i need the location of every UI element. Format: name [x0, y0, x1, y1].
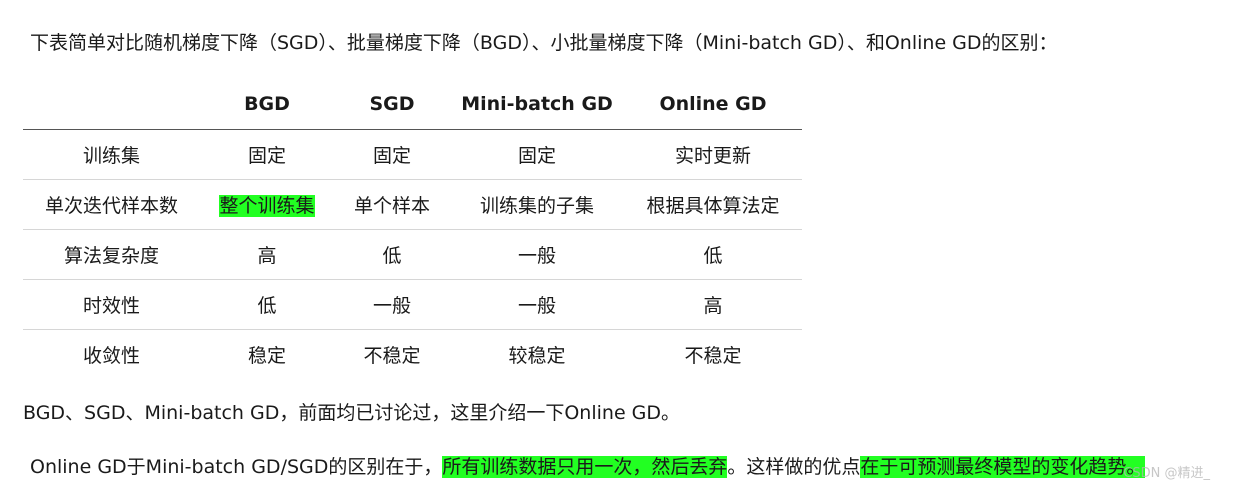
table-row: 收敛性 稳定 不稳定 较稳定 不稳定: [23, 330, 802, 380]
row-label: 时效性: [23, 279, 200, 330]
table-row: 算法复杂度 高 低 一般 低: [23, 229, 802, 280]
table-cell: 实时更新: [624, 129, 802, 180]
table-cell: 固定: [200, 129, 334, 180]
table-cell: 不稳定: [684, 345, 742, 367]
table-header-row: BGD SGD Mini-batch GD Online GD: [23, 79, 802, 130]
table-cell: 一般: [450, 279, 624, 330]
highlighted-text: 所有训练数据只用一次，然后丢弃: [442, 456, 728, 478]
table-cell: 低: [334, 229, 450, 280]
row-label: 单次迭代样本数: [23, 179, 200, 230]
paragraph-intro-online-gd: BGD、SGD、Mini-batch GD，前面均已讨论过，这里介绍一下Onli…: [23, 402, 681, 424]
row-label: 收敛性: [82, 345, 140, 367]
paragraph-text: Online GD于Mini-batch GD/SGD的区别在于，: [30, 456, 443, 478]
highlighted-text: 整个训练集: [219, 195, 315, 217]
table-cell: 训练集的子集: [450, 179, 624, 230]
table-cell: 一般: [450, 229, 624, 280]
table-cell: 固定: [450, 129, 624, 180]
table-cell: 低: [624, 229, 802, 280]
table-row: 训练集 固定 固定 固定 实时更新: [23, 129, 802, 180]
table-cell: 较稳定: [508, 345, 566, 367]
header-cell-empty: [23, 79, 200, 130]
table-row: 单次迭代样本数 整个训练集 单个样本 训练集的子集 根据具体算法定: [23, 179, 802, 230]
table-cell: 低: [200, 279, 334, 330]
paragraph-text: 。这样做的优点: [727, 456, 861, 478]
table-cell: 不稳定: [363, 345, 421, 367]
header-cell-sgd: SGD: [334, 79, 450, 130]
row-label: 算法复杂度: [23, 229, 200, 280]
header-cell-bgd: BGD: [200, 79, 334, 130]
table-cell: 固定: [334, 129, 450, 180]
table-cell: 高: [624, 279, 802, 330]
table-cell: 根据具体算法定: [624, 179, 802, 230]
header-cell-mini-batch-gd: Mini-batch GD: [450, 79, 624, 130]
paragraph-online-gd-difference: Online GD于Mini-batch GD/SGD的区别在于，所有训练数据只…: [30, 454, 1146, 480]
table-cell: 整个训练集: [200, 179, 334, 230]
table-cell: 单个样本: [334, 179, 450, 230]
table-row: 时效性 低 一般 一般 高: [23, 279, 802, 330]
table-cell: 高: [200, 229, 334, 280]
intro-text: 下表简单对比随机梯度下降（SGD）、批量梯度下降（BGD）、小批量梯度下降（Mi…: [30, 32, 1058, 54]
row-label: 训练集: [23, 129, 200, 180]
header-cell-online-gd: Online GD: [624, 79, 802, 130]
comparison-table: BGD SGD Mini-batch GD Online GD 训练集 固定 固…: [23, 79, 802, 379]
table-cell: 一般: [334, 279, 450, 330]
table-cell: 稳定: [247, 345, 286, 367]
highlighted-text: 在于可预测最终模型的变化趋势。: [860, 456, 1146, 478]
csdn-watermark: CSDN @精进_: [1123, 466, 1210, 481]
